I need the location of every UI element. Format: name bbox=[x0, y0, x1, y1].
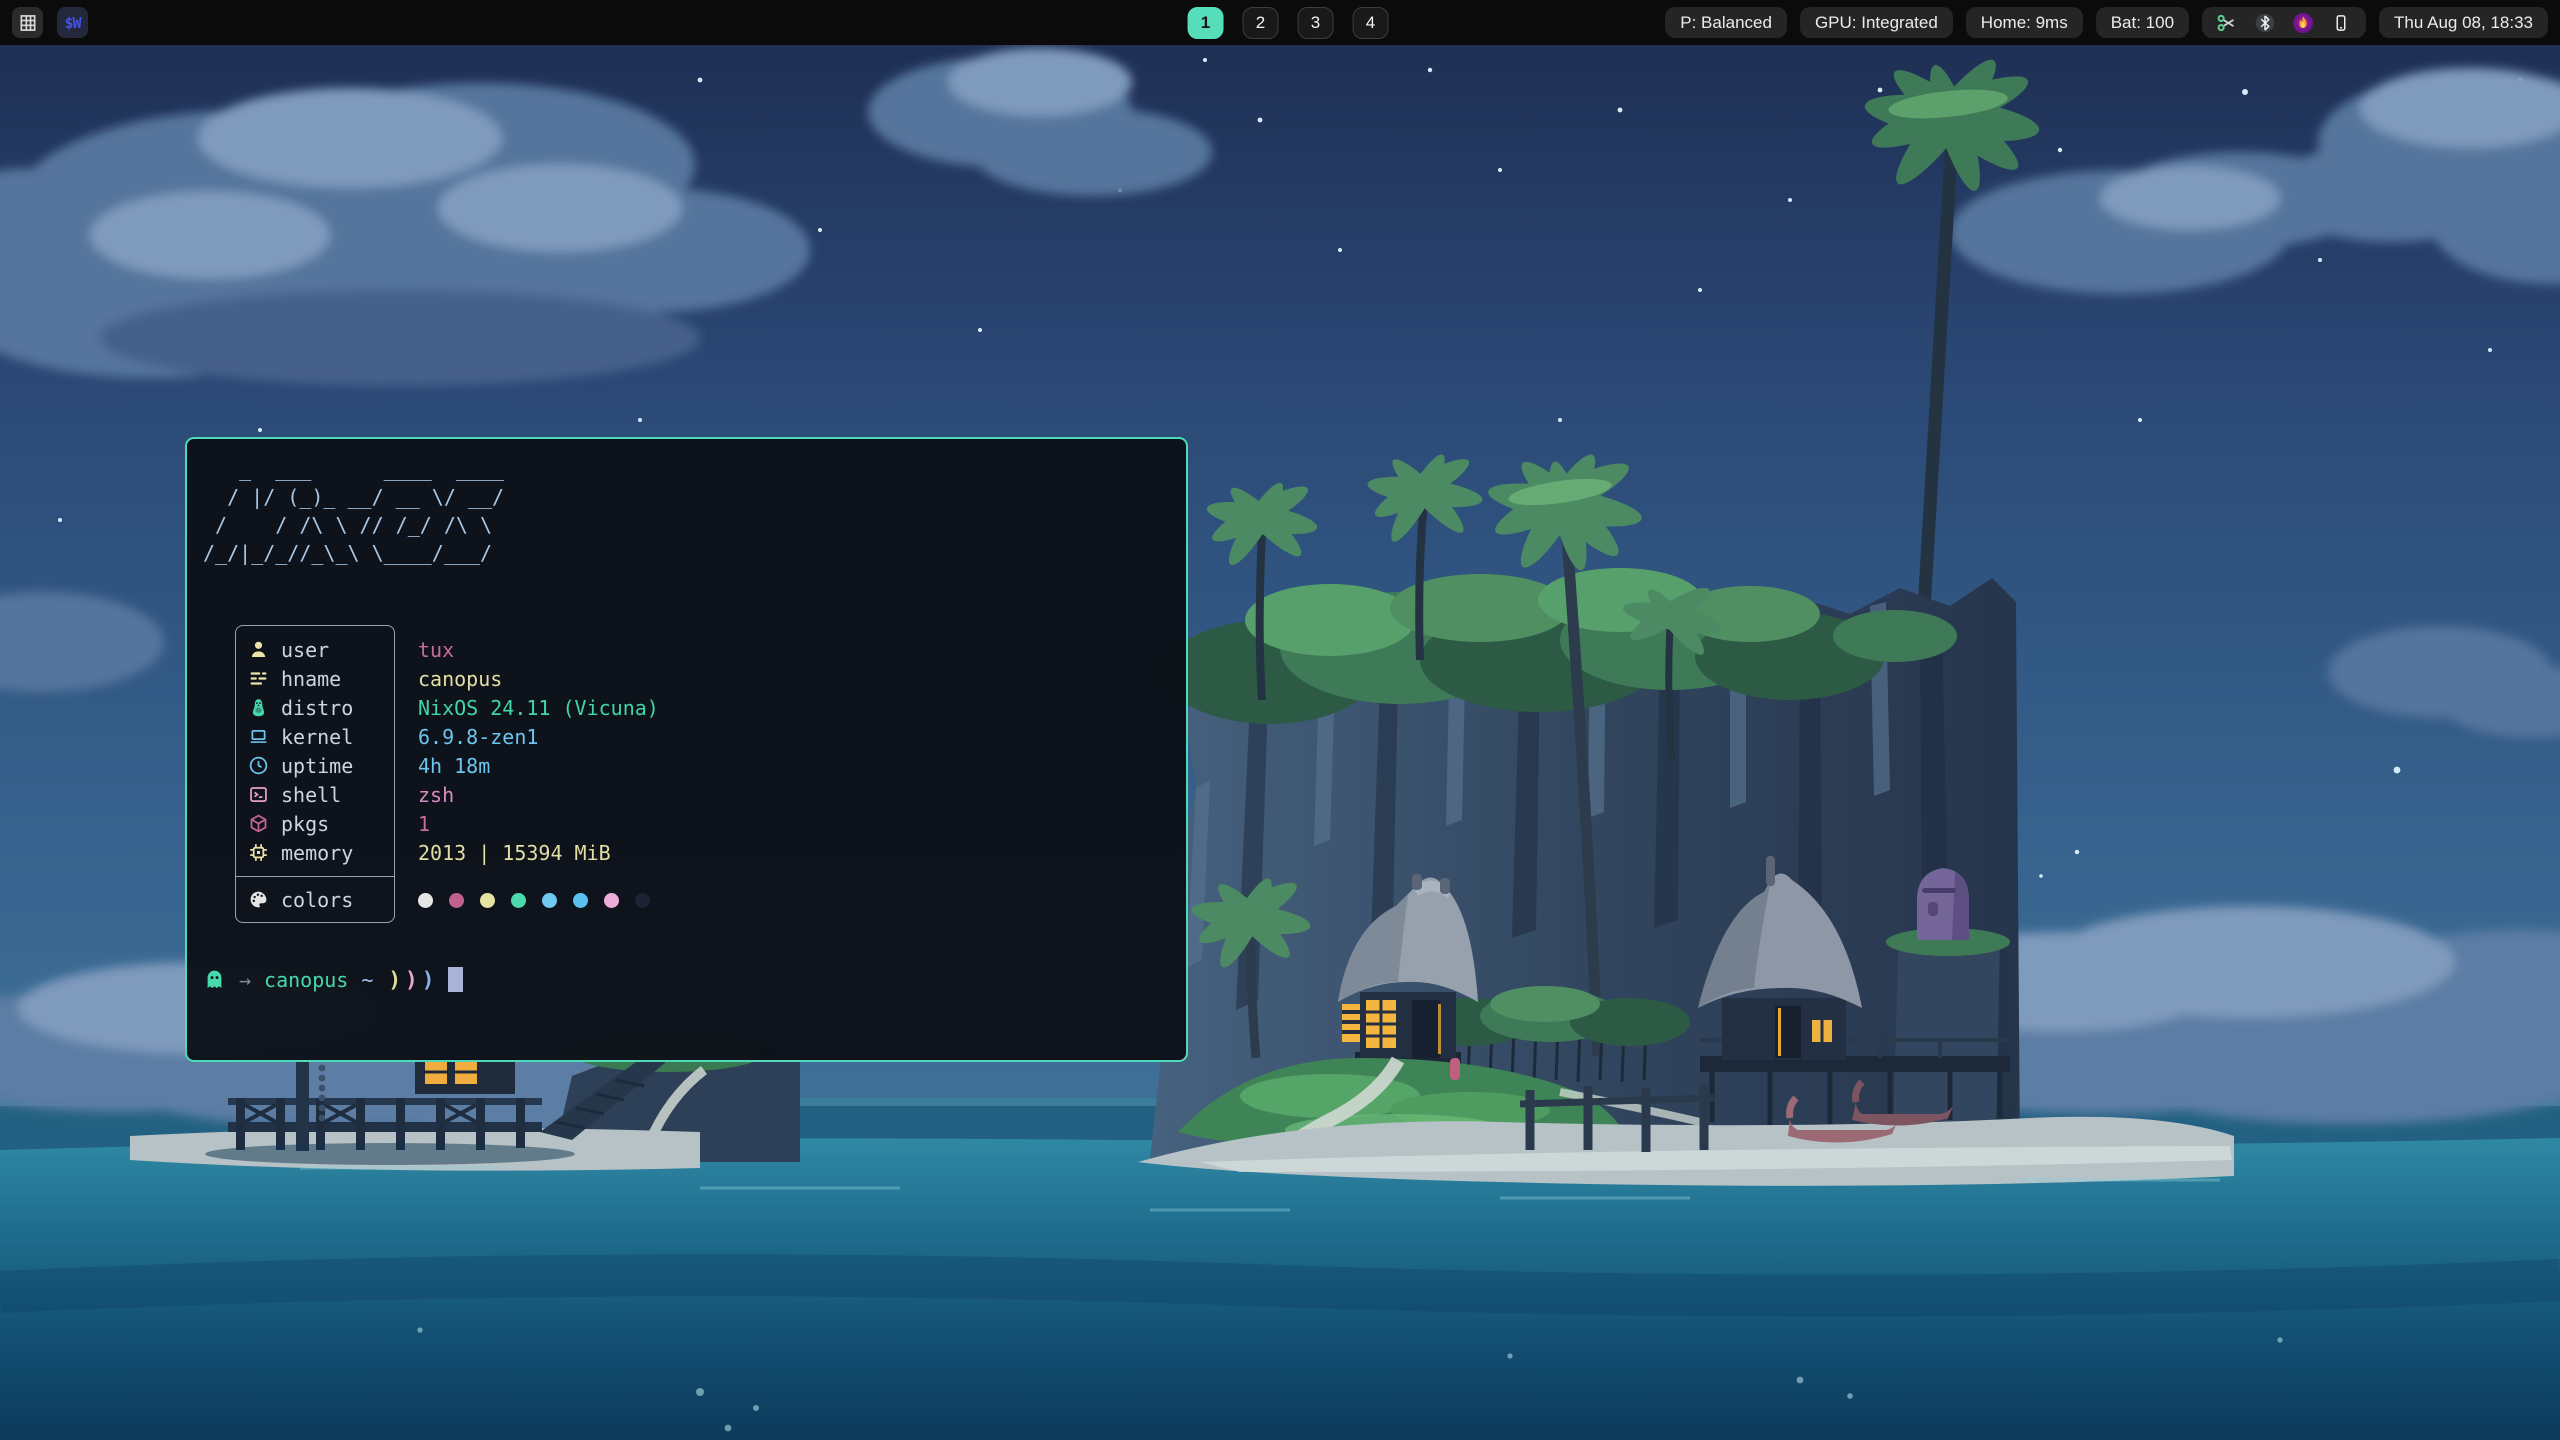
hut-left-lit-windows bbox=[1342, 1000, 1396, 1048]
fetch-row-colors: colors bbox=[236, 876, 394, 922]
workspace-switcher: 1 2 3 4 bbox=[1188, 0, 1389, 45]
ascii-line: _ ___ ____ ____ bbox=[203, 455, 1172, 483]
color-swatch bbox=[449, 893, 464, 908]
scissors-icon[interactable] bbox=[2216, 12, 2238, 34]
fetch-label: kernel bbox=[281, 725, 353, 749]
fetch-label: shell bbox=[281, 783, 341, 807]
fetch-value-kernel: 6.9.8-zen1 bbox=[418, 722, 659, 751]
workspace-button-2[interactable]: 2 bbox=[1243, 7, 1279, 39]
fetch-value-uptime: 4h 18m bbox=[418, 751, 659, 780]
list-icon bbox=[247, 668, 269, 690]
ping-label: Home: 9ms bbox=[1981, 13, 2068, 33]
terminal-launcher-label: $W bbox=[64, 14, 80, 32]
shell-prompt[interactable]: → canopus ~ ) ) ) bbox=[203, 967, 1172, 992]
workspace-label: 1 bbox=[1201, 13, 1210, 33]
fetch-values: tux canopus NixOS 24.11 (Vicuna) 6.9.8-z… bbox=[418, 625, 659, 923]
color-swatch bbox=[418, 893, 433, 908]
shell-icon bbox=[247, 784, 269, 806]
penguin-icon bbox=[247, 697, 269, 719]
color-swatch bbox=[635, 893, 650, 908]
bluetooth-icon[interactable] bbox=[2254, 12, 2276, 34]
ascii-line: / / /\ \ // /_/ /\ \ bbox=[203, 511, 1172, 539]
fetch-row-shell: shell bbox=[247, 780, 394, 809]
prompt-chevron-3: ) bbox=[418, 968, 435, 992]
color-swatch bbox=[573, 893, 588, 908]
fetch-row-user: user bbox=[247, 635, 394, 664]
fetch-label: uptime bbox=[281, 754, 353, 778]
fetch-label: memory bbox=[281, 841, 353, 865]
bar-right-section: P: Balanced GPU: Integrated Home: 9ms Ba… bbox=[1665, 7, 2560, 38]
system-tray bbox=[2202, 7, 2366, 38]
fetch-label: distro bbox=[281, 696, 353, 720]
fetch-row-kernel: kernel bbox=[247, 722, 394, 751]
fetch-label-box: user hname distro bbox=[235, 625, 395, 923]
workspace-button-4[interactable]: 4 bbox=[1353, 7, 1389, 39]
gpu-label: GPU: Integrated bbox=[1815, 13, 1938, 33]
terminal-cursor[interactable] bbox=[448, 967, 463, 992]
fetch-row-uptime: uptime bbox=[247, 751, 394, 780]
color-swatch bbox=[542, 893, 557, 908]
prompt-chevron-2: ) bbox=[401, 968, 418, 992]
fetch-value-user: tux bbox=[418, 635, 659, 664]
workspace-label: 3 bbox=[1311, 13, 1320, 33]
workspace-label: 2 bbox=[1256, 13, 1265, 33]
color-swatch bbox=[511, 893, 526, 908]
workspace-label: 4 bbox=[1366, 13, 1375, 33]
fetch-label: colors bbox=[281, 888, 353, 912]
terminal-window[interactable]: _ ___ ____ ____ / |/ (_)_ __/ __ \/ __/ … bbox=[185, 437, 1188, 1062]
ascii-line: /_/|_/_//_\_\ \____/___/ bbox=[203, 539, 1172, 567]
top-status-bar: $W 1 2 3 4 P: Balanced GPU: Integrated H… bbox=[0, 0, 2560, 45]
app-launcher-button[interactable] bbox=[12, 7, 43, 38]
fetch-row-hname: hname bbox=[247, 664, 394, 693]
package-icon bbox=[247, 813, 269, 835]
color-swatch bbox=[480, 893, 495, 908]
chip-icon bbox=[247, 842, 269, 864]
gpu-module[interactable]: GPU: Integrated bbox=[1800, 7, 1953, 38]
prompt-path: ~ bbox=[348, 968, 373, 992]
fetch-row-pkgs: pkgs bbox=[247, 809, 394, 838]
battery-label: Bat: 100 bbox=[2111, 13, 2174, 33]
fetch-label: hname bbox=[281, 667, 341, 691]
clock-module[interactable]: Thu Aug 08, 18:33 bbox=[2379, 7, 2548, 38]
workspace-button-3[interactable]: 3 bbox=[1298, 7, 1334, 39]
prompt-chevron-1: ) bbox=[373, 968, 401, 992]
ping-module[interactable]: Home: 9ms bbox=[1966, 7, 2083, 38]
prompt-arrow: → bbox=[226, 968, 251, 992]
fetch-label: pkgs bbox=[281, 812, 329, 836]
palette-icon bbox=[247, 889, 269, 911]
battery-module[interactable]: Bat: 100 bbox=[2096, 7, 2189, 38]
prompt-hostname: canopus bbox=[251, 968, 348, 992]
fetch-label: user bbox=[281, 638, 329, 662]
workspace-button-1[interactable]: 1 bbox=[1188, 7, 1224, 39]
grid-icon bbox=[18, 13, 38, 33]
fetch-value-shell: zsh bbox=[418, 780, 659, 809]
background-hut bbox=[415, 1058, 515, 1094]
phone-icon[interactable] bbox=[2330, 12, 2352, 34]
terminal-launcher-button[interactable]: $W bbox=[57, 7, 88, 38]
fetch-value-hname: canopus bbox=[418, 664, 659, 693]
power-profile-module[interactable]: P: Balanced bbox=[1665, 7, 1787, 38]
fetch-value-pkgs: 1 bbox=[418, 809, 659, 838]
flame-icon[interactable] bbox=[2292, 12, 2314, 34]
terminal-color-swatches bbox=[418, 877, 659, 923]
system-fetch: user hname distro bbox=[235, 625, 1172, 923]
fetch-value-memory: 2013 | 15394 MiB bbox=[418, 838, 659, 867]
ascii-line: / |/ (_)_ __/ __ \/ __/ bbox=[203, 483, 1172, 511]
color-swatch bbox=[604, 893, 619, 908]
fetch-value-distro: NixOS 24.11 (Vicuna) bbox=[418, 693, 659, 722]
fetch-row-distro: distro bbox=[247, 693, 394, 722]
bar-left-section: $W bbox=[0, 7, 88, 38]
clock-label: Thu Aug 08, 18:33 bbox=[2394, 13, 2533, 33]
laptop-icon bbox=[247, 726, 269, 748]
power-profile-label: P: Balanced bbox=[1680, 13, 1772, 33]
nixos-ascii-logo: _ ___ ____ ____ / |/ (_)_ __/ __ \/ __/ … bbox=[203, 455, 1172, 567]
user-icon bbox=[247, 639, 269, 661]
ghost-icon bbox=[203, 968, 226, 991]
clock-icon bbox=[247, 755, 269, 777]
moai-statue bbox=[1917, 868, 1969, 940]
fetch-row-memory: memory bbox=[247, 838, 394, 867]
